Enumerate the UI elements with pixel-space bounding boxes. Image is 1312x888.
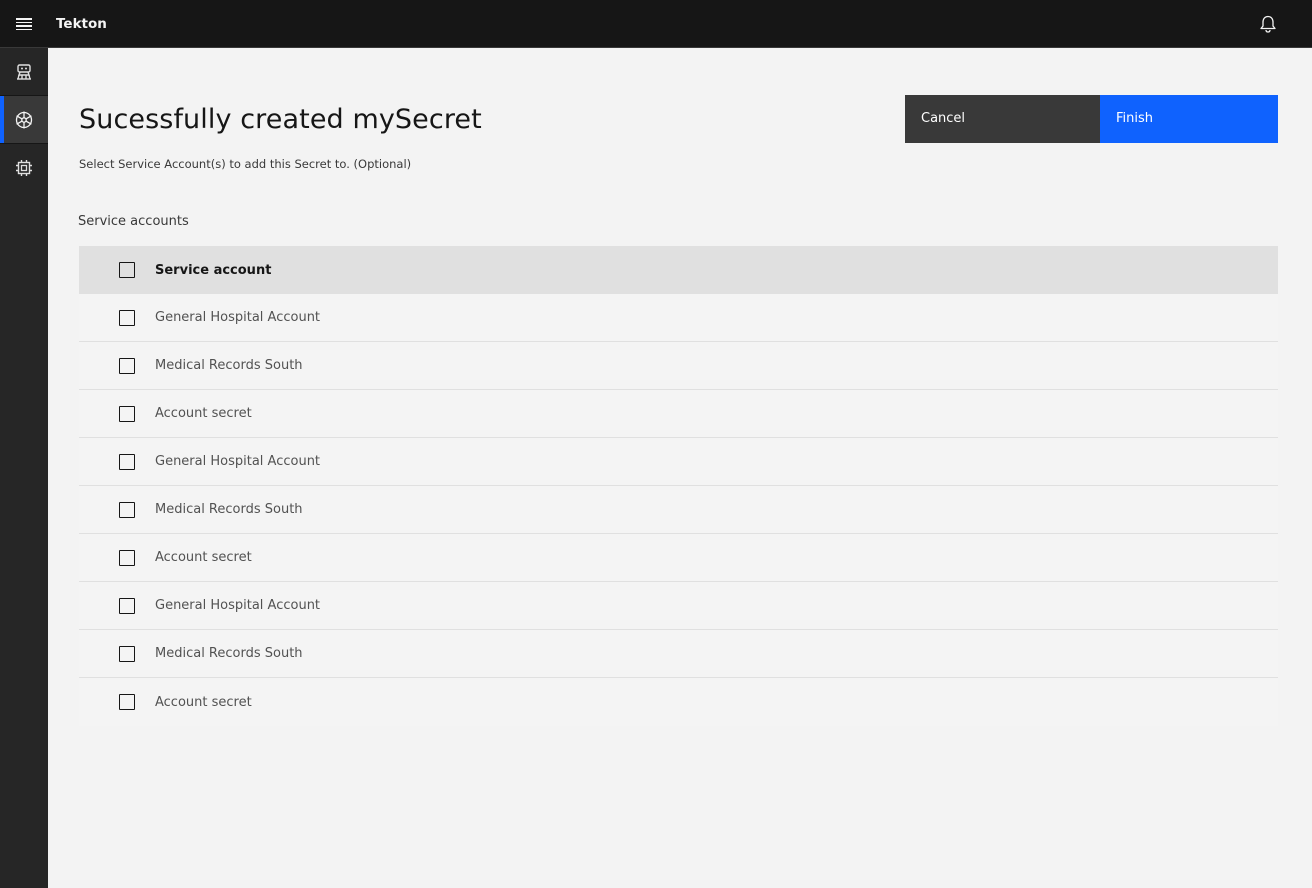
brand-name[interactable]: Tekton — [56, 0, 107, 48]
cancel-button[interactable]: Cancel — [905, 95, 1100, 143]
table-row: Account secret — [79, 390, 1278, 438]
service-account-name: Account secret — [155, 406, 252, 421]
page-subtitle: Select Service Account(s) to add this Se… — [79, 157, 412, 171]
service-account-name: General Hospital Account — [155, 454, 321, 469]
nav-item-chip[interactable] — [0, 144, 48, 191]
bell-icon — [1260, 15, 1276, 33]
notifications-button[interactable] — [1248, 0, 1288, 48]
service-accounts-table: Service account General Hospital Account… — [79, 246, 1278, 726]
kubernetes-wheel-icon — [15, 111, 33, 128]
service-account-name: General Hospital Account — [155, 598, 321, 613]
table-row: General Hospital Account — [79, 438, 1278, 486]
service-account-name: Medical Records South — [155, 646, 303, 661]
table-row: Medical Records South — [79, 630, 1278, 678]
service-account-name: General Hospital Account — [155, 310, 321, 325]
table-row: General Hospital Account — [79, 582, 1278, 630]
row-checkbox[interactable] — [119, 694, 135, 710]
column-header-service-account: Service account — [155, 262, 272, 278]
nav-item-kubernetes[interactable] — [0, 96, 48, 143]
hamburger-menu-button[interactable] — [0, 0, 48, 48]
nav-item-tekton[interactable] — [0, 48, 48, 95]
tekton-robot-icon — [17, 63, 31, 80]
hamburger-icon — [16, 18, 32, 30]
service-account-name: Medical Records South — [155, 502, 303, 517]
table-row: Account secret — [79, 678, 1278, 726]
row-checkbox[interactable] — [119, 357, 135, 374]
row-checkbox[interactable] — [119, 405, 135, 422]
row-checkbox[interactable] — [119, 549, 135, 566]
side-navigation — [0, 48, 48, 888]
table-row: Medical Records South — [79, 486, 1278, 534]
page-title: Sucessfully created mySecret — [79, 104, 482, 135]
row-checkbox[interactable] — [119, 597, 135, 614]
row-checkbox[interactable] — [119, 453, 135, 470]
top-header: Tekton — [0, 0, 1312, 48]
select-all-checkbox[interactable] — [119, 262, 135, 278]
row-checkbox[interactable] — [119, 309, 135, 326]
service-accounts-label: Service accounts — [78, 214, 189, 229]
table-row: Medical Records South — [79, 342, 1278, 390]
service-account-name: Medical Records South — [155, 358, 303, 373]
row-checkbox[interactable] — [119, 501, 135, 518]
table-header-row: Service account — [79, 246, 1278, 294]
chip-icon — [16, 159, 32, 176]
service-account-name: Account secret — [155, 694, 252, 710]
table-row: General Hospital Account — [79, 294, 1278, 342]
service-account-name: Account secret — [155, 550, 252, 565]
finish-button[interactable]: Finish — [1100, 95, 1278, 143]
row-checkbox[interactable] — [119, 645, 135, 662]
table-row: Account secret — [79, 534, 1278, 582]
